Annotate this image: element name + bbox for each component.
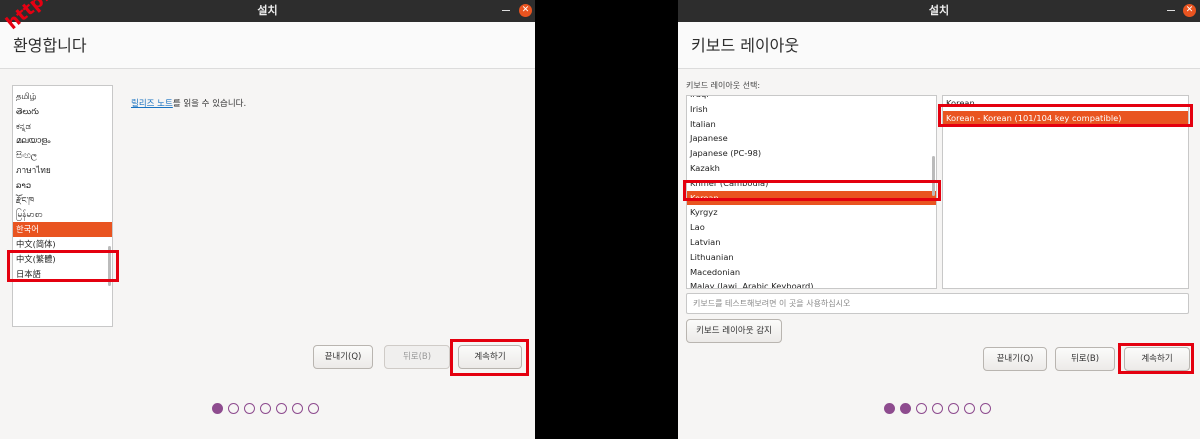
list-item[interactable]: Italian [687, 117, 936, 132]
layout-select-label: 키보드 레이아웃 선택: [686, 81, 761, 90]
release-notes-link[interactable]: 릴리즈 노트 [131, 99, 173, 109]
language-list[interactable]: தமிழ் తెలుగు ಕನ್ನಡ മലയാളം සිංහල ภาษาไทย ລາວ རྫོ… [12, 85, 113, 327]
list-item[interactable]: Macedonian [687, 265, 936, 280]
title-bar: 설치 ✕ [678, 0, 1200, 22]
progress-dots [884, 403, 991, 414]
minimize-icon[interactable] [1165, 4, 1177, 16]
highlight-box [938, 104, 1193, 127]
title-bar: 설치 ✕ [0, 0, 535, 22]
release-notes-suffix: 를 읽을 수 있습니다. [172, 99, 247, 109]
page-title: 키보드 레이아웃 [678, 22, 1200, 69]
progress-dots [212, 403, 319, 414]
highlight-box [683, 180, 941, 201]
list-item[interactable]: Kyrgyz [687, 205, 936, 220]
list-item[interactable]: Japanese (PC-98) [687, 146, 936, 161]
progress-dot [916, 403, 927, 414]
list-item[interactable]: ಕನ್ನಡ [13, 119, 112, 134]
quit-button[interactable]: 끝내기(Q) [983, 347, 1047, 371]
progress-dot [884, 403, 895, 414]
release-notes-text: 릴리즈 노트를 읽을 수 있습니다. [131, 97, 246, 109]
highlight-box [450, 339, 529, 376]
progress-dot [260, 403, 271, 414]
list-item[interactable]: മലയാളം [13, 133, 112, 148]
list-item[interactable]: සිංහල [13, 148, 112, 163]
list-item[interactable]: རྫོང་ཁ [13, 193, 112, 208]
list-item[interactable]: Japanese [687, 131, 936, 146]
progress-dot [980, 403, 991, 414]
list-item[interactable]: Lao [687, 220, 936, 235]
progress-dot [292, 403, 303, 414]
back-button[interactable]: 뒤로(B) [384, 345, 450, 369]
progress-dot [932, 403, 943, 414]
progress-dot [228, 403, 239, 414]
keyboard-test-input[interactable]: 키보드를 테스트해보려면 이 곳을 사용하십시오 [686, 293, 1189, 314]
progress-dot [308, 403, 319, 414]
list-item[interactable]: Iraqi [687, 96, 936, 102]
quit-button[interactable]: 끝내기(Q) [313, 345, 373, 369]
detect-layout-button[interactable]: 키보드 레이아웃 감지 [686, 319, 782, 343]
list-item[interactable]: తెలుగు [13, 104, 112, 119]
back-button[interactable]: 뒤로(B) [1055, 347, 1115, 371]
minimize-icon[interactable] [500, 4, 512, 16]
list-item[interactable]: ລາວ [13, 178, 112, 193]
progress-dot [948, 403, 959, 414]
list-item[interactable]: தமிழ் [13, 89, 112, 104]
list-item[interactable]: Lithuanian [687, 250, 936, 265]
progress-dot [212, 403, 223, 414]
list-item[interactable]: Malay (Jawi, Arabic Keyboard) [687, 279, 936, 288]
list-item[interactable]: 한국어 [13, 222, 112, 237]
window-title: 설치 [257, 4, 278, 17]
list-item[interactable]: Latvian [687, 235, 936, 250]
progress-dot [900, 403, 911, 414]
close-icon[interactable]: ✕ [1183, 4, 1196, 17]
list-item[interactable]: Irish [687, 102, 936, 117]
window-title: 설치 [928, 4, 950, 17]
list-item[interactable]: ภาษาไทย [13, 163, 112, 178]
highlight-box [7, 250, 119, 282]
page-title: 환영합니다 [0, 22, 535, 69]
progress-dot [244, 403, 255, 414]
installer-window-welcome: 설치 ✕ 환영합니다 தமிழ் తెలుగు ಕನ್ನಡ മലയാളം සිංහල ภา… [0, 0, 535, 439]
list-item[interactable]: မြန်မာစာ [13, 207, 112, 222]
close-icon[interactable]: ✕ [519, 4, 532, 17]
progress-dot [964, 403, 975, 414]
progress-dot [276, 403, 287, 414]
list-item[interactable]: Kazakh [687, 161, 936, 176]
highlight-box [1118, 343, 1194, 374]
